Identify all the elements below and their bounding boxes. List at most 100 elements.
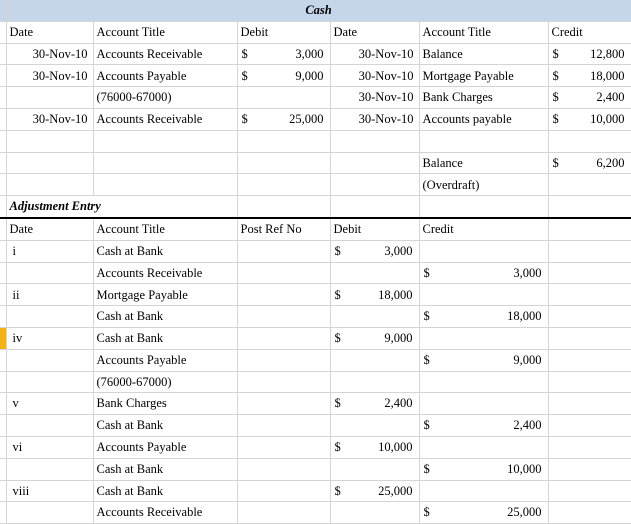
empty-cell[interactable] xyxy=(548,327,631,350)
debit-date[interactable]: 30-Nov-10 xyxy=(6,108,94,131)
credit-amount[interactable]: $12,800 xyxy=(548,43,631,66)
adj-account-title[interactable]: Accounts Payable xyxy=(93,436,238,459)
balance-label[interactable]: (Overdraft) xyxy=(419,173,549,197)
debit-account-title[interactable]: (76000-67000) xyxy=(93,86,238,109)
adj-account-title[interactable]: Cash at Bank xyxy=(93,458,238,481)
credit-account-title[interactable] xyxy=(419,130,549,153)
adj-entry-ref[interactable] xyxy=(6,414,94,437)
adj-debit-amount[interactable] xyxy=(330,458,420,481)
adj-post-ref-no[interactable] xyxy=(237,436,331,459)
credit-amount[interactable]: $2,400 xyxy=(548,86,631,109)
adj-debit-amount[interactable]: $18,000 xyxy=(330,283,420,307)
credit-account-title[interactable]: Balance xyxy=(419,43,549,66)
adj-credit-amount[interactable] xyxy=(419,371,549,394)
adj-debit-amount[interactable] xyxy=(330,262,420,285)
empty-cell[interactable] xyxy=(548,414,631,437)
adj-post-ref-no[interactable] xyxy=(237,371,331,394)
empty-cell[interactable] xyxy=(548,262,631,285)
adj-post-ref-no[interactable] xyxy=(237,414,331,437)
debit-amount[interactable] xyxy=(237,86,331,109)
debit-date[interactable] xyxy=(6,173,94,197)
debit-date[interactable] xyxy=(6,86,94,109)
credit-amount[interactable] xyxy=(548,130,631,153)
adj-entry-ref[interactable] xyxy=(6,458,94,481)
adj-post-ref-no[interactable] xyxy=(237,349,331,372)
adj-credit-amount[interactable]: $9,000 xyxy=(419,349,549,372)
adj-credit-amount[interactable]: $3,000 xyxy=(419,262,549,285)
adj-debit-amount[interactable] xyxy=(330,349,420,372)
adj-account-title[interactable]: Accounts Receivable xyxy=(93,501,238,524)
debit-account-title[interactable]: Accounts Receivable xyxy=(93,108,238,131)
adj-account-title[interactable]: (76000-67000) xyxy=(93,371,238,394)
adj-post-ref-no[interactable] xyxy=(237,458,331,481)
credit-date[interactable] xyxy=(330,130,420,153)
adj-credit-amount[interactable]: $10,000 xyxy=(419,458,549,481)
debit-date[interactable] xyxy=(6,130,94,153)
credit-date[interactable]: 30-Nov-10 xyxy=(330,108,420,131)
adj-entry-ref[interactable]: viii xyxy=(6,480,94,503)
adj-entry-ref[interactable] xyxy=(6,371,94,394)
debit-amount[interactable]: $9,000 xyxy=(237,64,331,88)
empty-cell[interactable] xyxy=(548,480,631,503)
debit-date[interactable] xyxy=(6,152,94,175)
empty-cell[interactable] xyxy=(548,436,631,459)
adj-post-ref-no[interactable] xyxy=(237,240,331,263)
adj-entry-ref[interactable]: i xyxy=(6,240,94,263)
adj-credit-amount[interactable]: $2,400 xyxy=(419,414,549,437)
adj-account-title[interactable]: Accounts Receivable xyxy=(93,262,238,285)
credit-date[interactable]: 30-Nov-10 xyxy=(330,43,420,66)
adj-account-title[interactable]: Cash at Bank xyxy=(93,327,238,350)
adj-entry-ref[interactable] xyxy=(6,262,94,285)
credit-account-title[interactable]: Accounts payable xyxy=(419,108,549,131)
debit-amount[interactable] xyxy=(237,152,331,175)
adj-post-ref-no[interactable] xyxy=(237,283,331,307)
adj-credit-amount[interactable]: $18,000 xyxy=(419,305,549,328)
credit-date[interactable]: 30-Nov-10 xyxy=(330,64,420,88)
adj-entry-ref[interactable] xyxy=(6,305,94,328)
adj-account-title[interactable]: Cash at Bank xyxy=(93,305,238,328)
empty-cell[interactable] xyxy=(548,305,631,328)
credit-amount[interactable]: $18,000 xyxy=(548,64,631,88)
empty-cell[interactable] xyxy=(548,501,631,524)
adj-entry-ref[interactable] xyxy=(6,349,94,372)
adj-credit-amount[interactable] xyxy=(419,392,549,416)
debit-amount[interactable] xyxy=(237,130,331,153)
empty-cell[interactable] xyxy=(548,195,631,219)
adj-credit-amount[interactable] xyxy=(419,327,549,350)
debit-account-title[interactable]: Accounts Payable xyxy=(93,64,238,88)
adj-post-ref-no[interactable] xyxy=(237,305,331,328)
adj-debit-amount[interactable]: $10,000 xyxy=(330,436,420,459)
debit-date[interactable]: 30-Nov-10 xyxy=(6,43,94,66)
credit-date[interactable]: 30-Nov-10 xyxy=(330,86,420,109)
credit-amount[interactable]: $10,000 xyxy=(548,108,631,131)
debit-account-title[interactable] xyxy=(93,173,238,197)
debit-account-title[interactable] xyxy=(93,130,238,153)
empty-cell[interactable] xyxy=(548,349,631,372)
adj-debit-amount[interactable] xyxy=(330,414,420,437)
balance-amount[interactable]: $6,200 xyxy=(548,152,631,175)
credit-account-title[interactable]: Mortgage Payable xyxy=(419,64,549,88)
debit-amount[interactable]: $25,000 xyxy=(237,108,331,131)
adj-debit-amount[interactable] xyxy=(330,501,420,524)
adj-post-ref-no[interactable] xyxy=(237,392,331,416)
adj-post-ref-no[interactable] xyxy=(237,327,331,350)
adj-debit-amount[interactable]: $3,000 xyxy=(330,240,420,263)
adj-post-ref-no[interactable] xyxy=(237,501,331,524)
adj-post-ref-no[interactable] xyxy=(237,262,331,285)
adj-debit-amount[interactable]: $9,000 xyxy=(330,327,420,350)
adj-entry-ref[interactable]: ii xyxy=(6,283,94,307)
adj-account-title[interactable]: Cash at Bank xyxy=(93,240,238,263)
balance-amount[interactable] xyxy=(548,173,631,197)
adj-credit-amount[interactable]: $25,000 xyxy=(419,501,549,524)
adj-entry-ref[interactable]: vi xyxy=(6,436,94,459)
empty-cell[interactable] xyxy=(419,195,549,219)
empty-cell[interactable] xyxy=(330,195,420,219)
adj-debit-amount[interactable]: $2,400 xyxy=(330,392,420,416)
empty-cell[interactable] xyxy=(548,458,631,481)
empty-cell[interactable] xyxy=(548,283,631,307)
debit-amount[interactable] xyxy=(237,173,331,197)
empty-cell[interactable] xyxy=(548,371,631,394)
debit-account-title[interactable] xyxy=(93,152,238,175)
balance-label[interactable]: Balance xyxy=(419,152,549,175)
adj-credit-amount[interactable] xyxy=(419,283,549,307)
